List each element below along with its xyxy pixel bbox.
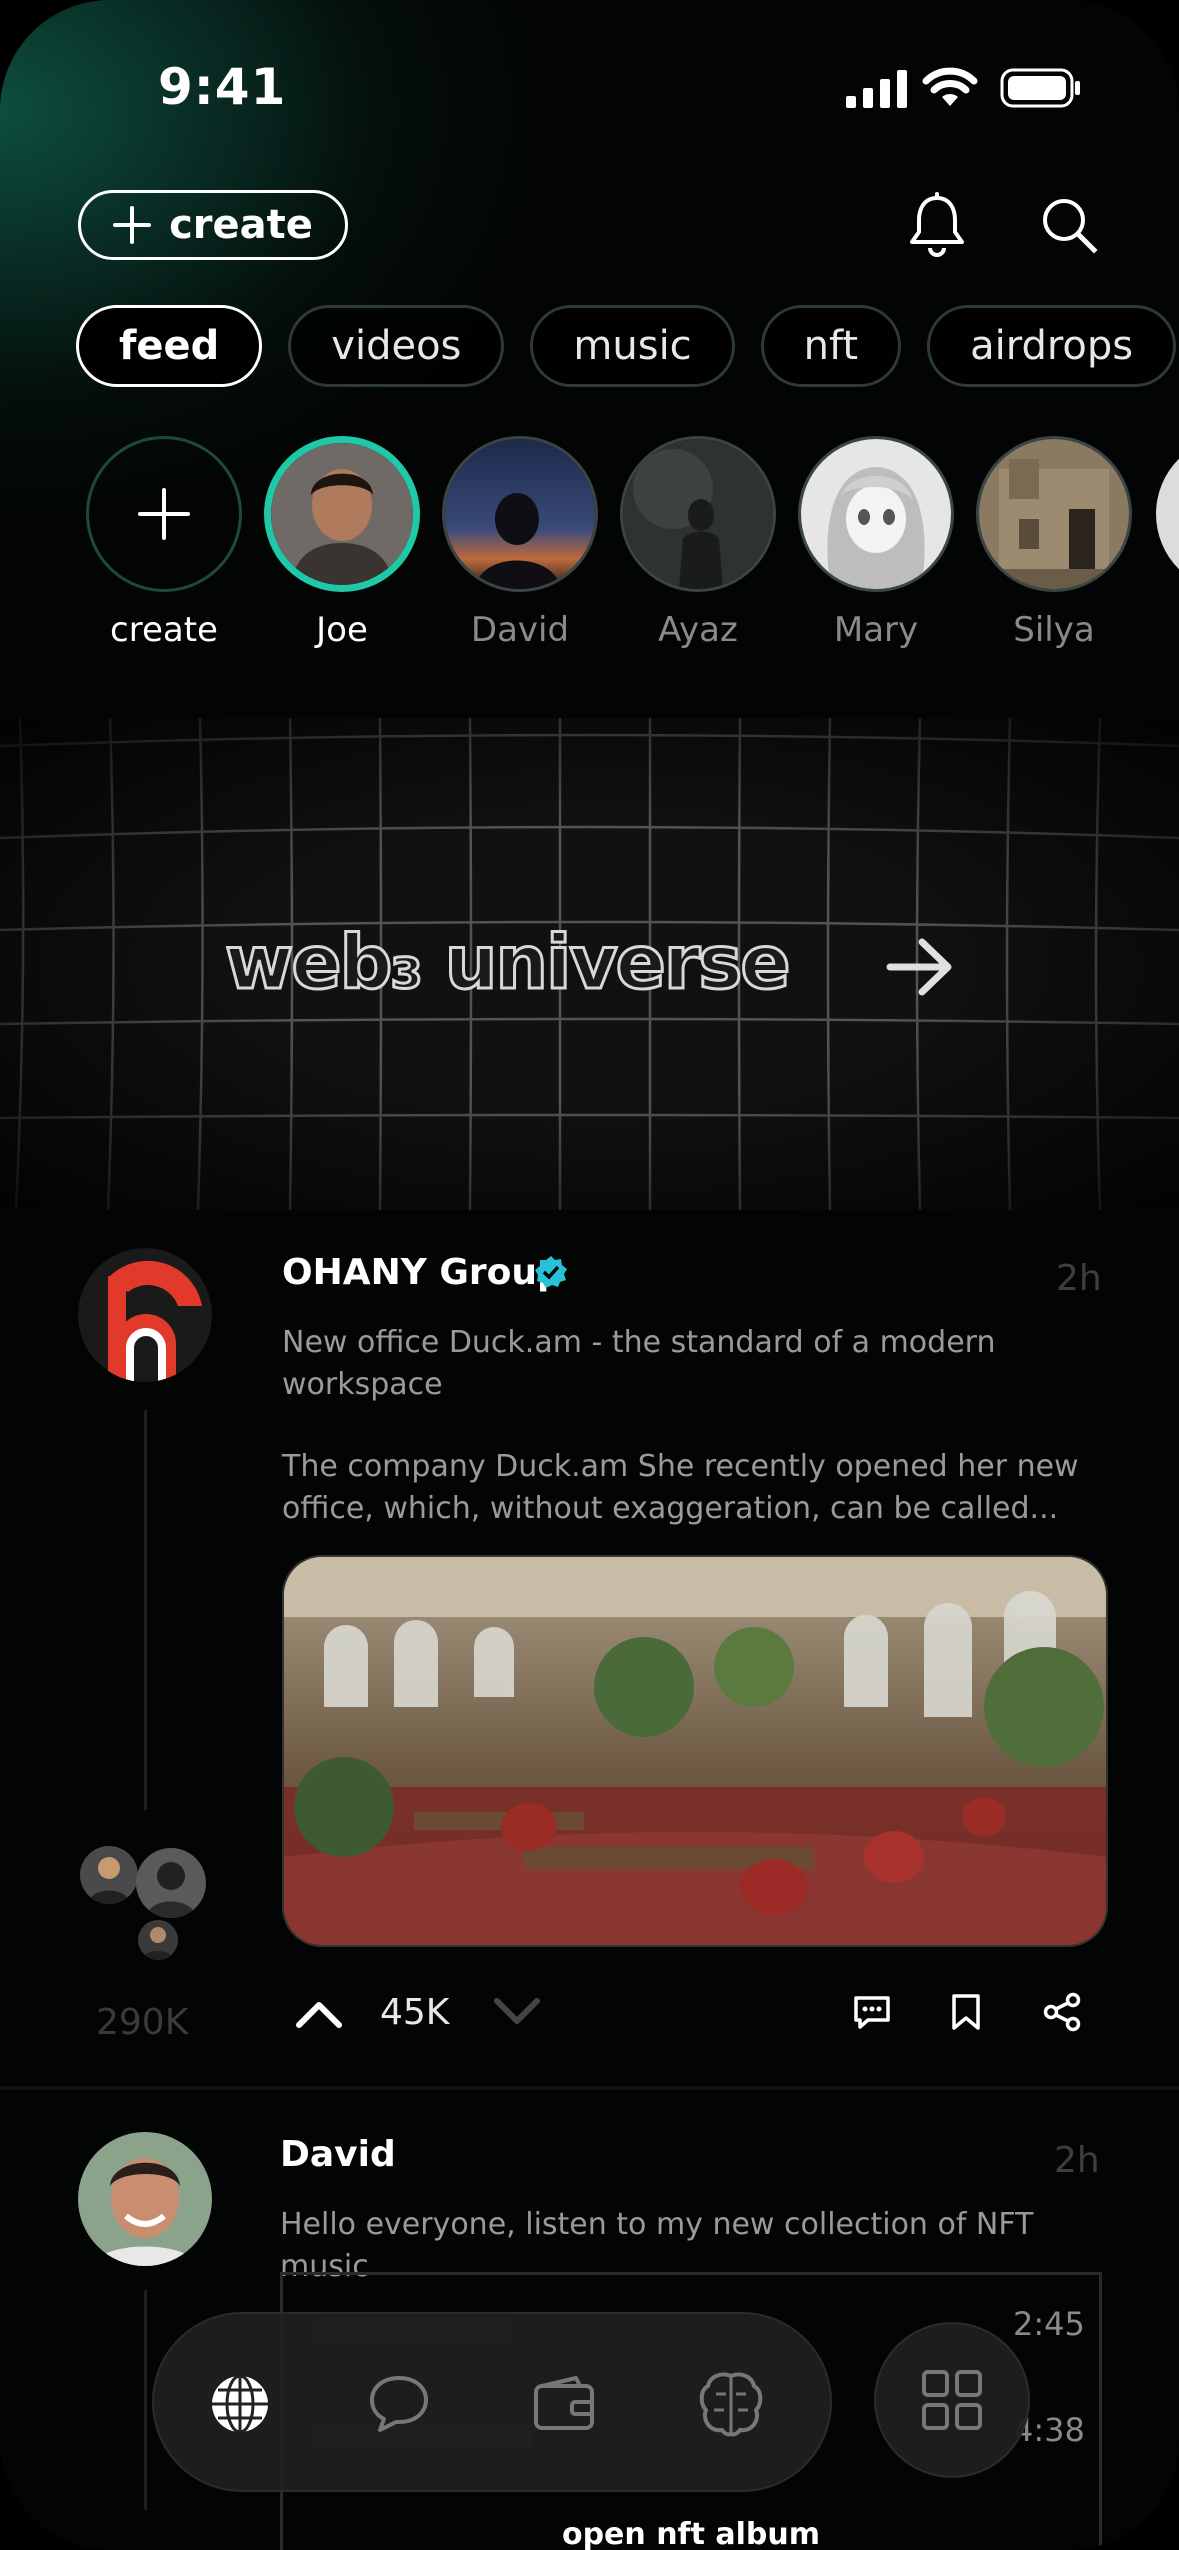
vote-count: 45K bbox=[380, 1992, 450, 2033]
story-label: create bbox=[110, 610, 218, 650]
nav-wallet[interactable] bbox=[532, 2374, 596, 2438]
story-create[interactable]: create bbox=[84, 436, 244, 650]
brain-icon bbox=[699, 2372, 763, 2437]
thread-line bbox=[144, 1410, 147, 1810]
avatar bbox=[264, 436, 420, 592]
banner-title: web₃ universe bbox=[224, 919, 793, 1008]
chat-icon bbox=[370, 2376, 428, 2432]
voter-avatar bbox=[80, 1846, 138, 1904]
search-button[interactable] bbox=[1034, 190, 1104, 260]
story-joe[interactable]: Joe bbox=[262, 436, 422, 650]
post-text: The company Duck.am She recently opened … bbox=[282, 1449, 1079, 1526]
avatar bbox=[798, 436, 954, 592]
thread-line bbox=[144, 2290, 147, 2510]
post-image[interactable] bbox=[282, 1555, 1108, 1947]
search-icon bbox=[1043, 199, 1098, 254]
nav-globe[interactable] bbox=[208, 2372, 272, 2440]
wallet-icon bbox=[534, 2376, 594, 2430]
post-separator bbox=[0, 2086, 1179, 2090]
voter-avatar bbox=[138, 1920, 178, 1960]
bell-icon bbox=[910, 192, 964, 257]
story-mary[interactable]: Mary bbox=[796, 436, 956, 650]
bookmark-icon[interactable] bbox=[948, 1992, 984, 2036]
post-author-name[interactable]: OHANY Group bbox=[282, 1252, 563, 1293]
tab-feed[interactable]: feed bbox=[76, 305, 263, 387]
bottom-nav bbox=[152, 2312, 832, 2492]
arrow-right-icon[interactable] bbox=[884, 932, 956, 1006]
notifications-button[interactable] bbox=[902, 190, 972, 260]
story-label: Joe bbox=[316, 610, 368, 650]
story-label: Silya bbox=[1013, 610, 1095, 650]
create-button[interactable]: create bbox=[78, 190, 348, 260]
status-time: 9:41 bbox=[158, 58, 287, 116]
grid-icon bbox=[922, 2370, 982, 2430]
avatar bbox=[442, 436, 598, 592]
nav-chat[interactable] bbox=[368, 2372, 430, 2440]
nav-grid-button[interactable] bbox=[874, 2322, 1030, 2478]
post-views: 290K bbox=[96, 2002, 189, 2043]
story-silya[interactable]: Silya bbox=[974, 436, 1134, 650]
comment-icon[interactable] bbox=[852, 1992, 892, 2036]
plus-icon bbox=[138, 488, 190, 540]
app-screen: 9:41 create feed videos music nft airdro… bbox=[0, 0, 1179, 2550]
nav-brain[interactable] bbox=[698, 2370, 764, 2442]
post-author-name[interactable]: David bbox=[280, 2134, 396, 2175]
story-david[interactable]: David bbox=[440, 436, 600, 650]
post-time: 2h bbox=[1054, 2140, 1100, 2181]
avatar bbox=[620, 436, 776, 592]
tab-airdrops[interactable]: airdrops bbox=[927, 305, 1177, 387]
downvote-icon[interactable] bbox=[492, 1996, 542, 2034]
story-label: David bbox=[470, 610, 570, 650]
story-label: Ayaz bbox=[658, 610, 738, 650]
story-label: Mary bbox=[833, 610, 919, 650]
post-author-avatar[interactable] bbox=[78, 1248, 212, 1382]
story-partial-avatar[interactable] bbox=[1156, 436, 1179, 592]
wifi-icon bbox=[922, 66, 978, 112]
share-icon[interactable] bbox=[1042, 1992, 1082, 2036]
globe-icon bbox=[212, 2374, 268, 2434]
battery-icon bbox=[1000, 68, 1082, 112]
post-headline: New office Duck.am - the standard of a m… bbox=[282, 1325, 996, 1402]
create-label: create bbox=[169, 202, 313, 248]
track-duration: 2:45 bbox=[1013, 2305, 1085, 2343]
post-author-avatar[interactable] bbox=[78, 2132, 212, 2266]
voter-avatar bbox=[136, 1848, 206, 1918]
avatar bbox=[976, 436, 1132, 592]
tab-nft[interactable]: nft bbox=[760, 305, 902, 387]
tab-music[interactable]: music bbox=[530, 305, 735, 387]
signal-icon bbox=[846, 68, 908, 112]
post-time: 2h bbox=[1056, 1258, 1102, 1299]
plus-icon bbox=[113, 206, 152, 244]
category-tabs: feed videos music nft airdrops bbox=[76, 305, 1177, 387]
story-create-ring bbox=[86, 436, 242, 592]
story-ayaz[interactable]: Ayaz bbox=[618, 436, 778, 650]
tab-videos[interactable]: videos bbox=[288, 305, 505, 387]
upvote-icon[interactable] bbox=[294, 1996, 344, 2034]
open-album-button[interactable]: open nft album bbox=[283, 2517, 1099, 2550]
verified-icon bbox=[534, 1255, 568, 1293]
